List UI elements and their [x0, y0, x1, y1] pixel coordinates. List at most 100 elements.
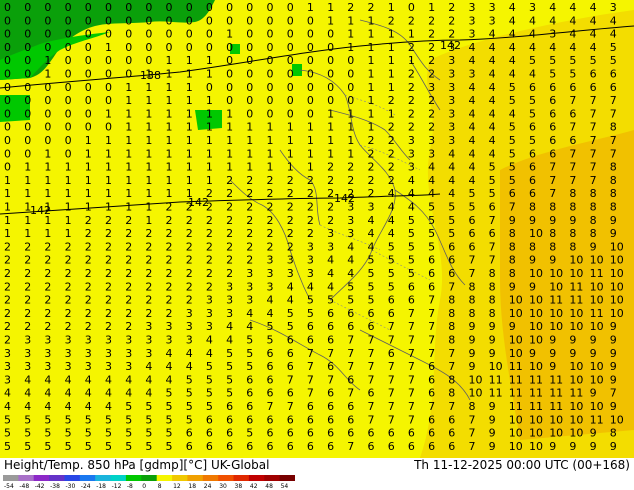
grid-value: 1 — [105, 147, 112, 160]
grid-value: 1 — [206, 134, 213, 147]
grid-value: 10 — [610, 280, 624, 293]
grid-value: 0 — [4, 107, 11, 120]
grid-value: 2 — [226, 240, 233, 253]
grid-value: 9 — [549, 440, 556, 453]
grid-value: 4 — [509, 107, 516, 120]
grid-value: 2 — [24, 320, 31, 333]
grid-value: 0 — [125, 54, 132, 67]
grid-value: 5 — [408, 227, 415, 240]
grid-value: 0 — [85, 1, 92, 14]
grid-value: 6 — [327, 320, 334, 333]
grid-value: 5 — [428, 240, 435, 253]
grid-value: 9 — [489, 347, 496, 360]
grid-value: 2 — [166, 307, 173, 320]
grid-value: 1 — [408, 28, 415, 41]
grid-value: 2 — [368, 174, 375, 187]
grid-value: 8 — [448, 387, 455, 400]
contour-label: 142 — [30, 204, 51, 217]
grid-value: 6 — [327, 440, 334, 453]
grid-value: 4 — [65, 400, 72, 413]
grid-value: 10 — [509, 294, 523, 307]
grid-value: 9 — [489, 427, 496, 440]
grid-value: 8 — [469, 280, 476, 293]
grid-value: 4 — [287, 280, 294, 293]
grid-value: 6 — [368, 440, 375, 453]
grid-value: 2 — [327, 214, 334, 227]
grid-value: 0 — [166, 14, 173, 27]
grid-value: 9 — [489, 334, 496, 347]
grid-value: 9 — [549, 347, 556, 360]
grid-value: 11 — [509, 400, 523, 413]
grid-value: 6 — [206, 440, 213, 453]
grid-value: 4 — [105, 400, 112, 413]
grid-value: 1 — [368, 28, 375, 41]
colorbar-swatch — [233, 475, 250, 481]
grid-value: 11 — [529, 373, 543, 386]
grid-value: 2 — [267, 214, 274, 227]
grid-value: 0 — [307, 54, 314, 67]
grid-value: 2 — [44, 280, 51, 293]
colorbar-tick-label: -8 — [127, 483, 133, 490]
grid-value: 3 — [408, 134, 415, 147]
grid-value: 5 — [610, 54, 617, 67]
grid-value: 6 — [549, 121, 556, 134]
grid-value: 4 — [469, 81, 476, 94]
grid-value: 5 — [469, 201, 476, 214]
grid-value: 2 — [246, 201, 253, 214]
grid-value: 10 — [569, 254, 583, 267]
grid-value: 0 — [105, 68, 112, 81]
grid-value: 1 — [65, 227, 72, 240]
grid-value: 6 — [610, 68, 617, 81]
grid-value: 0 — [287, 94, 294, 107]
grid-value: 7 — [388, 400, 395, 413]
grid-value: 4 — [469, 94, 476, 107]
grid-value: 4 — [166, 373, 173, 386]
grid-value: 3 — [4, 347, 11, 360]
grid-value: 10 — [529, 427, 543, 440]
grid-value: 1 — [125, 107, 132, 120]
grid-value: 0 — [186, 28, 193, 41]
grid-value: 4 — [24, 373, 31, 386]
grid-value: 6 — [327, 413, 334, 426]
grid-value: 3 — [448, 68, 455, 81]
grid-value: 8 — [590, 227, 597, 240]
grid-value: 6 — [347, 413, 354, 426]
grid-value: 5 — [206, 400, 213, 413]
grid-value: 4 — [24, 387, 31, 400]
grid-value: 2 — [368, 147, 375, 160]
grid-value: 3 — [105, 334, 112, 347]
grid-value: 2 — [166, 294, 173, 307]
grid-value: 4 — [226, 320, 233, 333]
grid-value: 7 — [428, 334, 435, 347]
grid-value: 4 — [489, 134, 496, 147]
grid-value: 2 — [347, 161, 354, 174]
grid-value: 2 — [125, 240, 132, 253]
grid-value: 3 — [469, 68, 476, 81]
grid-value: 3 — [125, 347, 132, 360]
grid-value: 11 — [549, 387, 563, 400]
grid-value: 2 — [24, 267, 31, 280]
grid-value: 0 — [287, 41, 294, 54]
grid-value: 7 — [428, 294, 435, 307]
grid-value: 6 — [246, 400, 253, 413]
grid-value: 7 — [549, 187, 556, 200]
grid-value: 1 — [368, 14, 375, 27]
grid-value: 2 — [145, 227, 152, 240]
grid-value: 5 — [287, 320, 294, 333]
grid-value: 7 — [610, 134, 617, 147]
grid-value: 4 — [569, 14, 576, 27]
grid-value: 0 — [44, 81, 51, 94]
grid-value: 2 — [4, 267, 11, 280]
colorbar-swatch — [187, 475, 204, 481]
grid-value: 1 — [145, 201, 152, 214]
grid-value: 1 — [105, 134, 112, 147]
grid-value: 10 — [529, 307, 543, 320]
colorbar-tick-label: 12 — [173, 483, 181, 490]
grid-value: 0 — [44, 134, 51, 147]
grid-value: 6 — [327, 400, 334, 413]
grid-value: 0 — [65, 134, 72, 147]
grid-value: 8 — [610, 427, 617, 440]
grid-value: 6 — [469, 214, 476, 227]
grid-value: 0 — [347, 81, 354, 94]
grid-value: 5 — [246, 360, 253, 373]
